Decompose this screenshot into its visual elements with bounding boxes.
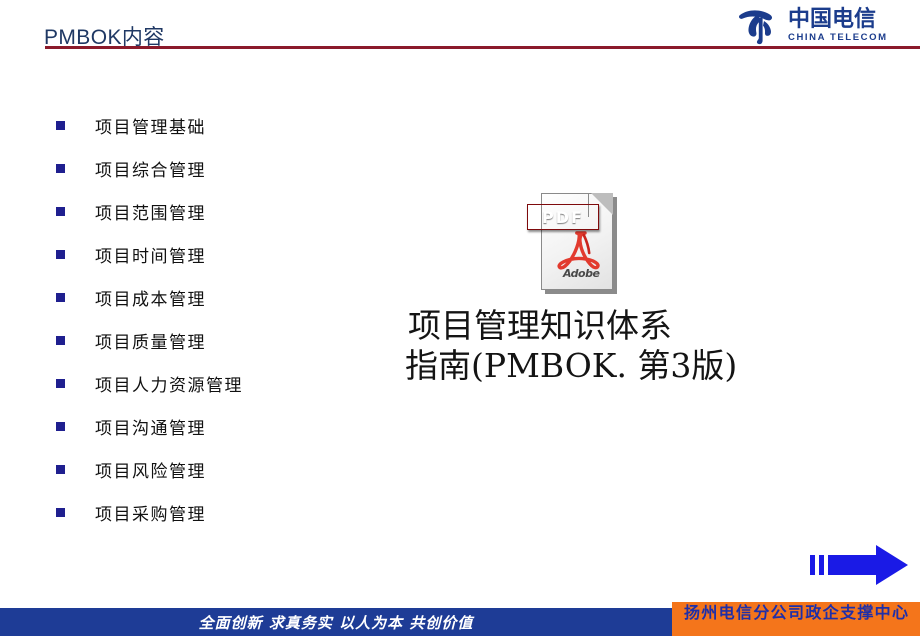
- adobe-wordmark: Adobe: [563, 267, 600, 280]
- list-item: 项目管理基础: [56, 104, 386, 147]
- pmbok-topic-list: 项目管理基础 项目综合管理 项目范围管理 项目时间管理 项目成本管理 项目质量管…: [56, 104, 386, 534]
- bullet-square-icon: [56, 250, 65, 259]
- book-title-caption: 项目管理知识体系 指南(PMBOK. 第3版): [405, 306, 768, 386]
- list-item: 项目人力资源管理: [56, 362, 386, 405]
- footer-slogan-text: 全面创新 求真务实 以人为本 共创价值: [198, 614, 474, 632]
- china-telecom-wordmark: 中国电信 CHINA TELECOM: [788, 7, 906, 44]
- list-item-label: 项目成本管理: [95, 290, 206, 310]
- bullet-square-icon: [56, 508, 65, 517]
- footer-slogan-bar: 全面创新 求真务实 以人为本 共创价值: [0, 608, 672, 636]
- china-telecom-emblem-icon: [736, 6, 784, 46]
- list-item-label: 项目管理基础: [95, 118, 206, 138]
- bullet-square-icon: [56, 465, 65, 474]
- list-item: 项目时间管理: [56, 233, 386, 276]
- brand-name-en: CHINA TELECOM: [788, 32, 888, 43]
- bullet-square-icon: [56, 422, 65, 431]
- bullet-square-icon: [56, 293, 65, 302]
- slide-header: PMBOK内容 中国电信 CHINA TELECOM: [0, 0, 920, 56]
- list-item-label: 项目综合管理: [95, 161, 206, 181]
- next-arrow-icon[interactable]: [810, 543, 910, 587]
- list-item-label: 项目风险管理: [95, 462, 206, 482]
- list-item-label: 项目采购管理: [95, 505, 206, 525]
- bullet-square-icon: [56, 336, 65, 345]
- book-title-line-1: 项目管理知识体系: [408, 306, 672, 345]
- list-item-label: 项目人力资源管理: [95, 376, 243, 396]
- list-item: 项目采购管理: [56, 491, 386, 534]
- bullet-square-icon: [56, 164, 65, 173]
- list-item-label: 项目范围管理: [95, 204, 206, 224]
- china-telecom-logo: 中国电信 CHINA TELECOM: [736, 6, 906, 48]
- book-title-line-2: 指南(PMBOK. 第3版): [405, 346, 738, 385]
- brand-name-cn: 中国电信: [788, 7, 877, 32]
- list-item: 项目范围管理: [56, 190, 386, 233]
- pdf-document-icon: Adobe PDF: [527, 193, 621, 296]
- list-item-label: 项目沟通管理: [95, 419, 206, 439]
- footer-unit-block: 扬州电信分公司政企支撑中心: [672, 602, 920, 636]
- pdf-banner: PDF: [527, 204, 599, 230]
- list-item: 项目沟通管理: [56, 405, 386, 448]
- list-item-label: 项目质量管理: [95, 333, 206, 353]
- list-item: 项目质量管理: [56, 319, 386, 362]
- bullet-square-icon: [56, 207, 65, 216]
- list-item: 项目成本管理: [56, 276, 386, 319]
- bullet-square-icon: [56, 121, 65, 130]
- footer-unit-name: 扬州电信分公司政企支撑中心: [684, 603, 908, 622]
- list-item: 项目综合管理: [56, 147, 386, 190]
- list-item: 项目风险管理: [56, 448, 386, 491]
- list-item-label: 项目时间管理: [95, 247, 206, 267]
- bullet-square-icon: [56, 379, 65, 388]
- pdf-banner-label: PDF: [542, 208, 584, 227]
